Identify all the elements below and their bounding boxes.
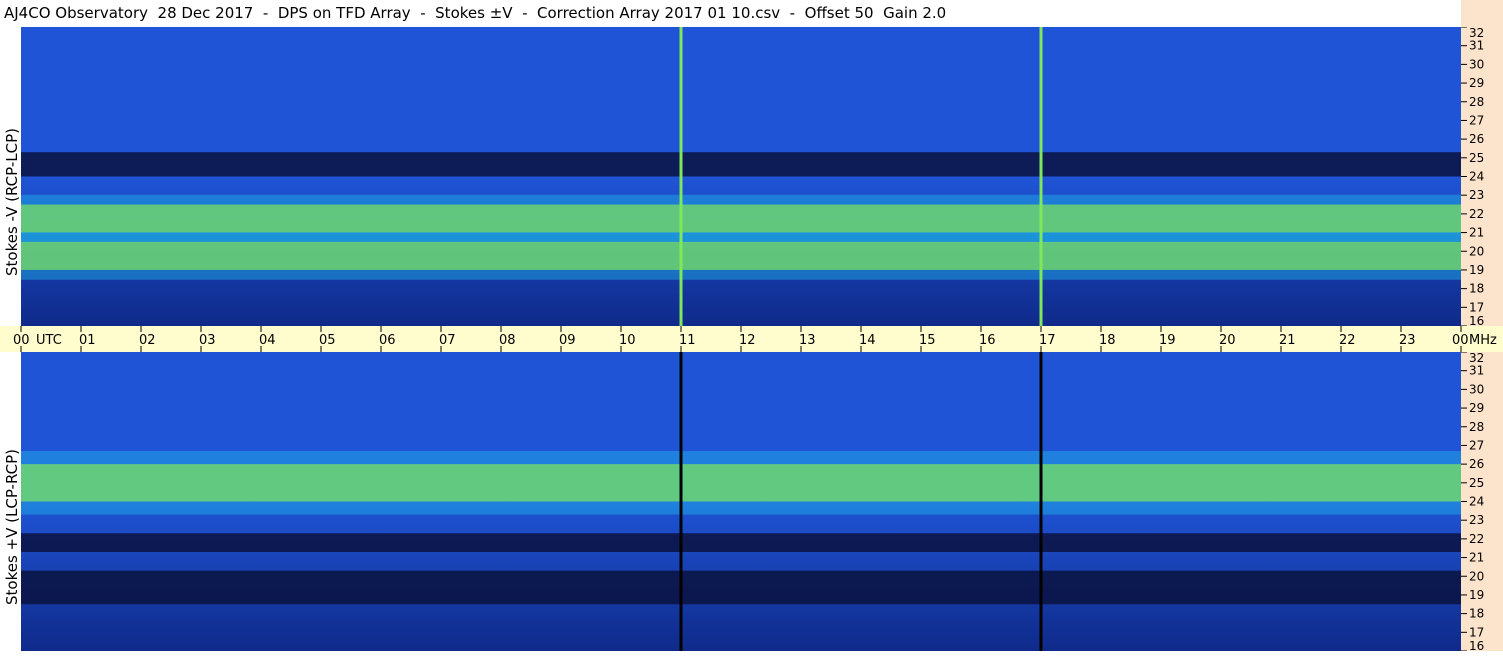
freq-tick-label: 30 xyxy=(1469,57,1484,71)
frequency-axis-top: 32 31 30 29 28 27 26 25 24 23 22 21 20 19 18 17 16 xyxy=(1461,27,1503,326)
freq-tick-label: 18 xyxy=(1469,607,1484,621)
time-tick-label: 09 xyxy=(559,333,576,348)
freq-tick-label: 25 xyxy=(1469,476,1484,490)
freq-tick-label: 16 xyxy=(1469,314,1484,326)
spectrogram-bottom xyxy=(21,352,1461,651)
time-tick-label: 12 xyxy=(739,333,756,348)
freq-tick-label: 29 xyxy=(1469,76,1484,90)
chart-title: AJ4CO Observatory 28 Dec 2017 - DPS on T… xyxy=(4,4,947,22)
time-tick-label: 00 xyxy=(13,333,30,348)
freq-tick-label: 20 xyxy=(1469,569,1484,583)
heatmap-band xyxy=(21,570,1461,605)
time-tick-label: 04 xyxy=(259,333,276,348)
freq-tick-label: 21 xyxy=(1469,551,1484,565)
freq-tick-label: 24 xyxy=(1469,170,1484,184)
heatmap-band xyxy=(21,464,1461,502)
time-tick-label: 11 xyxy=(679,333,696,348)
time-tick-label: 23 xyxy=(1399,333,1416,348)
heatmap-band xyxy=(21,204,1461,233)
freq-tick-label: 27 xyxy=(1469,438,1484,452)
heatmap-vertical-line xyxy=(679,27,683,326)
time-tick-label: 14 xyxy=(859,333,876,348)
freq-tick-label: 19 xyxy=(1469,588,1484,602)
spectrogram-top xyxy=(21,27,1461,326)
time-tick-label: 15 xyxy=(919,333,936,348)
heatmap-band xyxy=(21,152,1461,177)
frequency-axis-bottom: 32 31 30 29 28 27 26 25 24 23 22 21 20 19 18 17 16 xyxy=(1461,352,1503,651)
utc-label: UTC xyxy=(36,333,62,348)
freq-tick-label: 19 xyxy=(1469,263,1484,277)
freq-tick-label: 23 xyxy=(1469,513,1484,527)
time-tick-label: 08 xyxy=(499,333,516,348)
freq-tick-label: 21 xyxy=(1469,226,1484,240)
top-panel-ylabel: Stokes -V (RCP-LCP) xyxy=(3,128,21,276)
bottom-panel-ylabel: Stokes +V (LCP-RCP) xyxy=(3,449,21,605)
freq-tick-label: 29 xyxy=(1469,401,1484,415)
freq-tick-label: 22 xyxy=(1469,532,1484,546)
time-tick-label: 17 xyxy=(1039,333,1056,348)
spectrogram-top-canvas xyxy=(21,27,1461,326)
freq-tick-label: 26 xyxy=(1469,457,1484,471)
time-tick-label: 00 xyxy=(1452,333,1469,348)
time-tick-label: 10 xyxy=(619,333,636,348)
time-tick-label: 06 xyxy=(379,333,396,348)
freq-tick-label: 16 xyxy=(1469,639,1484,651)
heatmap-vertical-line xyxy=(679,352,683,651)
freq-tick-label: 18 xyxy=(1469,282,1484,296)
time-tick-label: 21 xyxy=(1279,333,1296,348)
time-tick-label: 22 xyxy=(1339,333,1356,348)
time-tick-label: 20 xyxy=(1219,333,1236,348)
freq-tick-label: 17 xyxy=(1469,625,1484,639)
time-tick-label: 13 xyxy=(799,333,816,348)
time-tick-label: 05 xyxy=(319,333,336,348)
heatmap-vertical-line xyxy=(1039,27,1043,326)
time-axis-bar: 00 01 02 03 04 05 06 07 08 09 10 11 12 13 14 15 16 17 18 19… xyxy=(0,326,1503,352)
spectrogram-bottom-canvas xyxy=(21,352,1461,651)
freq-tick-label: 31 xyxy=(1469,364,1484,378)
time-tick-label: 16 xyxy=(979,333,996,348)
freq-tick-label: 31 xyxy=(1469,39,1484,53)
freq-tick-label: 20 xyxy=(1469,244,1484,258)
time-tick-label: 02 xyxy=(139,333,156,348)
freq-tick-label: 22 xyxy=(1469,207,1484,221)
freq-tick-label: 17 xyxy=(1469,300,1484,314)
freq-tick-label: 24 xyxy=(1469,495,1484,509)
freq-tick-label: 28 xyxy=(1469,420,1484,434)
mhz-unit-label: MHz xyxy=(1469,333,1497,348)
heatmap-band xyxy=(21,241,1461,270)
time-tick-label: 07 xyxy=(439,333,456,348)
corner-strip xyxy=(1461,0,1503,27)
time-tick-label: 19 xyxy=(1159,333,1176,348)
freq-tick-label: 25 xyxy=(1469,151,1484,165)
heatmap-band xyxy=(21,533,1461,552)
time-tick-label: 03 xyxy=(199,333,216,348)
freq-tick-label: 28 xyxy=(1469,95,1484,109)
freq-tick-label: 26 xyxy=(1469,132,1484,146)
time-tick-label: 18 xyxy=(1099,333,1116,348)
heatmap-vertical-line xyxy=(1039,352,1043,651)
freq-tick-label: 23 xyxy=(1469,188,1484,202)
time-tick-label: 01 xyxy=(79,333,96,348)
freq-tick-label: 30 xyxy=(1469,382,1484,396)
freq-tick-label: 27 xyxy=(1469,113,1484,127)
